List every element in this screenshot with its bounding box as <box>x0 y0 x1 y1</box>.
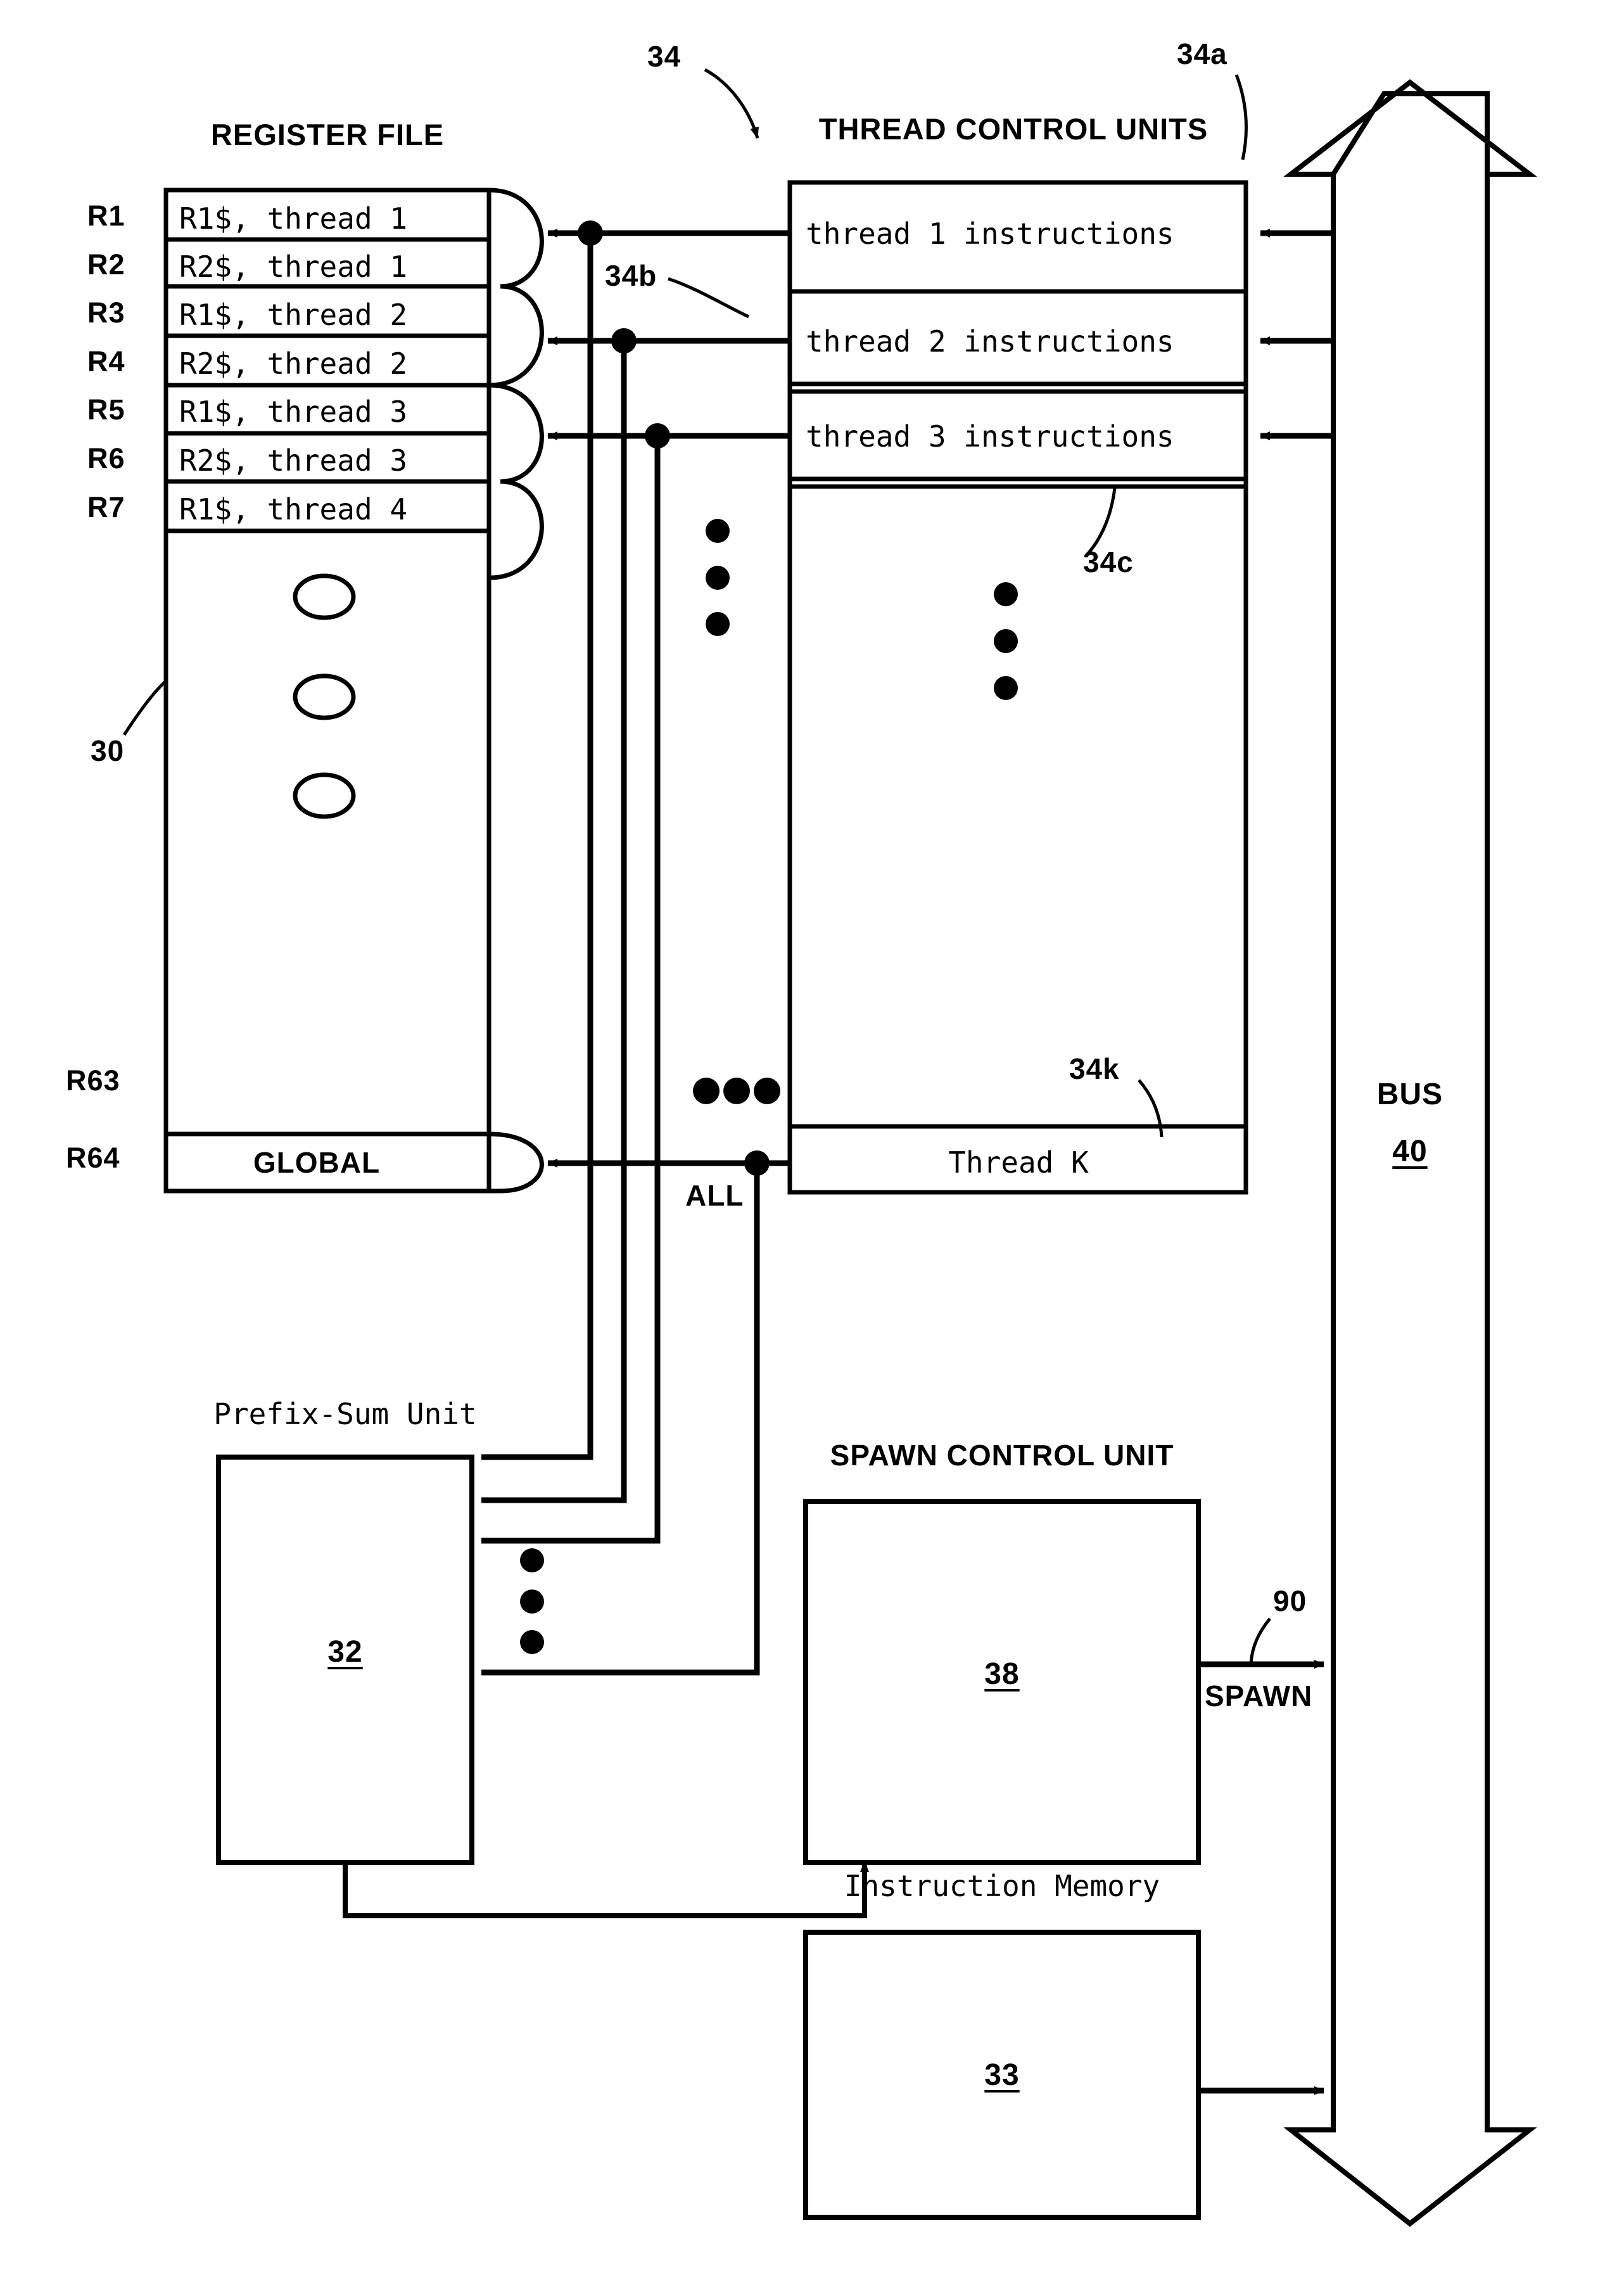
register-row-content-r7: R1$, thread 4 <box>179 492 408 526</box>
thread-control-units-title: THREAD CONTROL UNITS <box>818 112 1208 146</box>
register-pair-brackets <box>488 188 544 1194</box>
prefix-sum-unit-title: Prefix-Sum Unit <box>213 1397 477 1431</box>
register-index-r63: R63 <box>66 1064 120 1097</box>
register-row-content-r5: R1$, thread 3 <box>179 395 408 429</box>
tcu-to-regfile-lines <box>547 229 790 1168</box>
spawn-signal-label: SPAWN <box>1205 1679 1313 1712</box>
all-signal-label: ALL <box>685 1179 744 1212</box>
register-index-r3: R3 <box>87 296 125 329</box>
register-file-ellipsis <box>293 573 356 819</box>
register-index-r6: R6 <box>87 442 125 475</box>
instruction-memory-title: Instruction Memory <box>844 1869 1160 1903</box>
ref-numeral-34b: 34b <box>605 259 657 292</box>
bus-ref-numeral-40: 40 <box>1392 1135 1428 1168</box>
ref-numeral-33: 33 <box>984 2058 1020 2092</box>
register-index-r5: R5 <box>87 393 125 426</box>
register-row-content-r6: R2$, thread 3 <box>179 443 408 478</box>
middle-horizontal-ellipsis <box>693 1078 780 1104</box>
register-row-content-global: GLOBAL <box>253 1146 381 1179</box>
register-row-content-r1: R1$, thread 1 <box>179 201 408 236</box>
register-row-content-r4: R2$, thread 2 <box>179 347 408 381</box>
register-row-content-r3: R1$, thread 2 <box>179 298 408 332</box>
register-index-r64: R64 <box>66 1142 120 1174</box>
prefix-sum-vertical-lines <box>481 233 760 1676</box>
bus-label: BUS <box>1376 1078 1443 1111</box>
junction-dots <box>578 220 770 1176</box>
register-index-r4: R4 <box>87 345 125 378</box>
prefix-sum-ellipsis <box>520 1548 544 1654</box>
tcu-row-thread-1: thread 1 instructions <box>806 217 1174 251</box>
tcu-row-thread-2: thread 2 instructions <box>806 324 1174 359</box>
spawn-control-unit-title: SPAWN CONTROL UNIT <box>830 1439 1174 1472</box>
ref-numeral-38: 38 <box>984 1657 1020 1691</box>
middle-vertical-ellipsis <box>706 519 730 636</box>
tcu-row-thread-k: Thread K <box>948 1145 1089 1180</box>
register-row-content-r2: R2$, thread 1 <box>179 250 408 284</box>
patent-figure: REGISTER FILE THREAD CONTROL UNITS Prefi… <box>0 0 1624 2287</box>
register-index-r7: R7 <box>87 491 125 523</box>
register-index-r2: R2 <box>87 248 125 281</box>
bus-to-tcu-lines <box>1260 229 1333 440</box>
prefix-sum-to-spawn-feedback <box>343 1861 869 1918</box>
ref-numeral-34k: 34k <box>1069 1052 1120 1085</box>
ref-numeral-34a: 34a <box>1177 37 1228 70</box>
register-file-title: REGISTER FILE <box>210 118 445 151</box>
register-index-r1: R1 <box>87 200 125 232</box>
ref-numeral-90: 90 <box>1273 1584 1307 1617</box>
tcu-row-thread-3: thread 3 instructions <box>806 419 1174 454</box>
tcu-ellipsis <box>994 582 1018 700</box>
ref-numeral-30: 30 <box>91 734 125 767</box>
ref-numeral-34: 34 <box>647 40 682 73</box>
ref-numeral-34c: 34c <box>1083 545 1134 578</box>
ref-numeral-32: 32 <box>327 1635 363 1669</box>
